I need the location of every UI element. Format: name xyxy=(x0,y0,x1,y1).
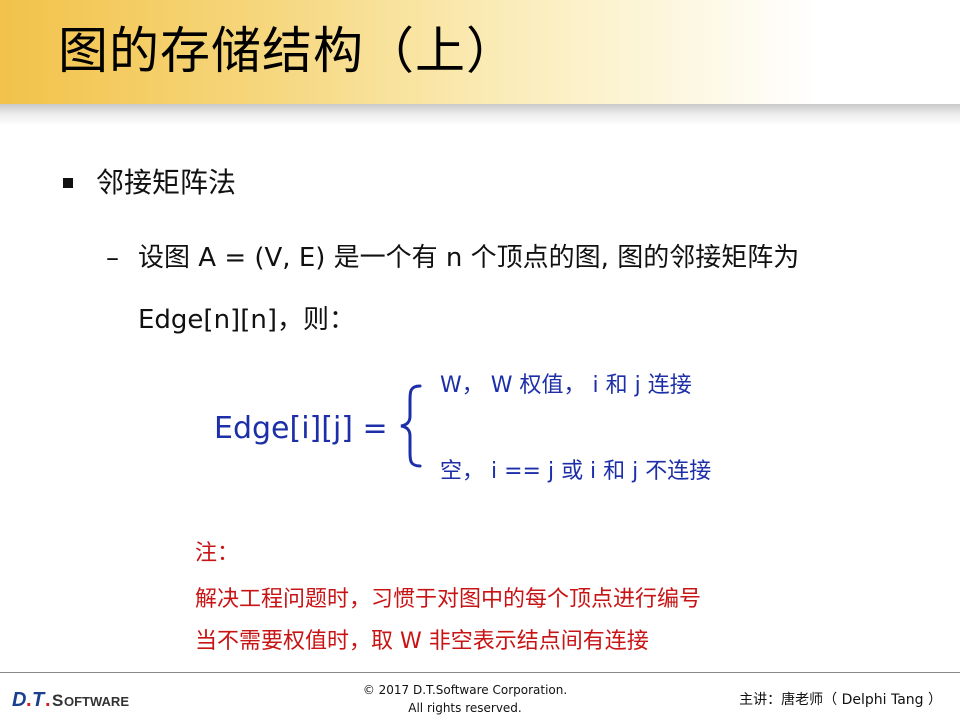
svg-text:S: S xyxy=(52,691,63,710)
svg-text:.: . xyxy=(45,689,51,711)
definition-line-2: Edge[n][n]，则： xyxy=(138,305,355,335)
note-line-1: 解决工程问题时，习惯于对图中的每个顶点进行编号 xyxy=(195,587,702,612)
definition-line-1: 设图 A = (V, E) 是一个有 n 个顶点的图, 图的邻接矩阵为 xyxy=(138,243,800,273)
title-shadow xyxy=(0,104,960,126)
copyright-line-2: All rights reserved. xyxy=(408,701,522,715)
note-heading: 注： xyxy=(195,541,240,566)
dt-software-logo: D . T . S OFTWARE xyxy=(12,689,129,711)
left-brace-icon xyxy=(400,384,422,468)
note-line-2: 当不需要权值时，取 W 非空表示结点间有连接 xyxy=(195,629,649,654)
formula-case-weighted: W， W 权值， i 和 j 连接 xyxy=(440,373,692,398)
svg-text:D: D xyxy=(12,689,26,711)
formula-case-empty: 空， i == j 或 i 和 j 不连接 xyxy=(440,459,712,484)
svg-text:T: T xyxy=(32,689,46,711)
bullet-square-icon xyxy=(63,178,73,188)
presenter-credit: 主讲：唐老师（ Delphi Tang ） xyxy=(739,692,942,708)
svg-text:.: . xyxy=(26,689,32,711)
bullet-adjacency-matrix: 邻接矩阵法 xyxy=(96,166,237,199)
svg-text:OFTWARE: OFTWARE xyxy=(64,694,129,709)
sub-bullet-dash: – xyxy=(106,243,119,273)
footer-divider xyxy=(0,672,960,673)
formula-lhs: Edge[i][j] = xyxy=(214,411,388,446)
copyright-line-1: © 2017 D.T.Software Corporation. xyxy=(362,683,568,697)
slide-title: 图的存储结构（上） xyxy=(58,22,517,80)
